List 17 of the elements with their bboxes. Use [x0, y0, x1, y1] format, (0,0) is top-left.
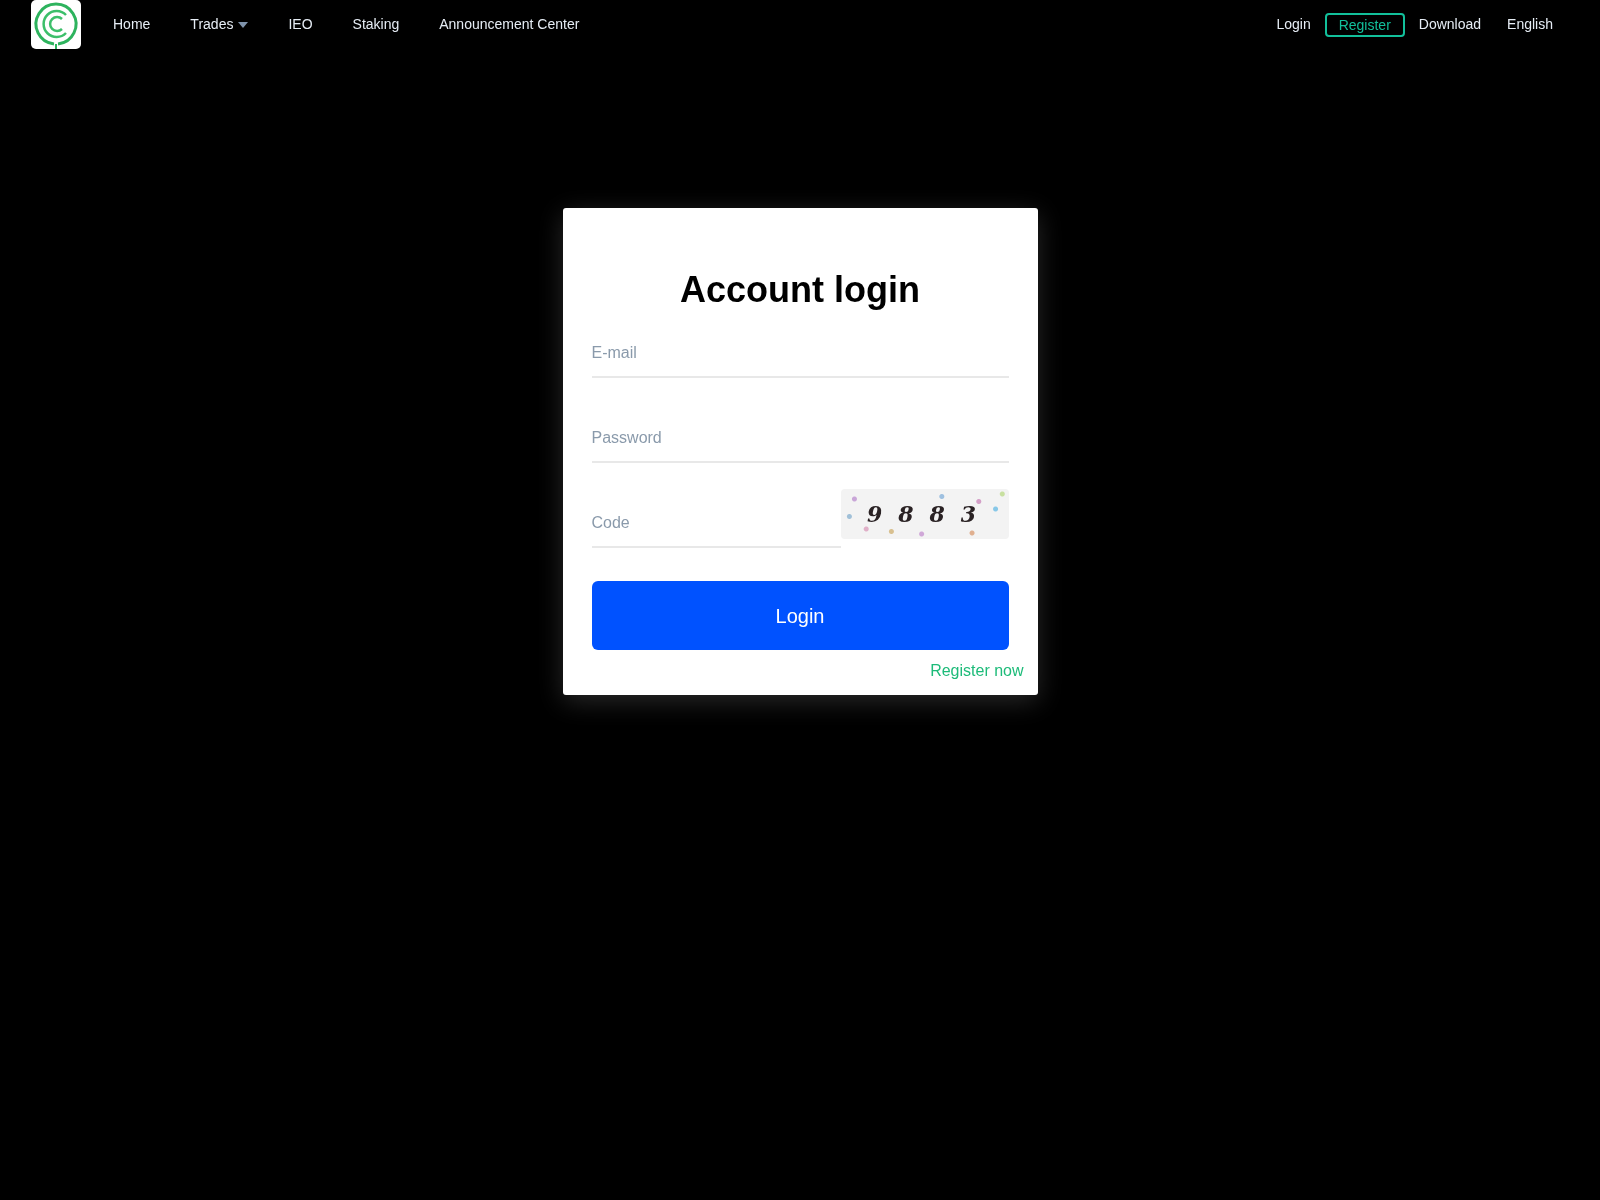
login-button[interactable]: Login [591, 581, 1009, 650]
register-button[interactable]: Register [1324, 12, 1405, 37]
nav-link[interactable]: IEO [268, 14, 333, 35]
language-link[interactable]: English [1507, 14, 1553, 35]
nav-link[interactable]: Login [1276, 14, 1311, 35]
login-title: Account login [679, 268, 921, 311]
email-field[interactable]: E-mail [591, 330, 1009, 378]
logo-icon[interactable] [31, 0, 81, 49]
nav-link[interactable]: Download [1418, 14, 1482, 35]
code-field[interactable]: Code [591, 500, 841, 548]
nav-dropdown[interactable]: Trades [170, 14, 269, 35]
nav-link[interactable]: Home [93, 14, 171, 35]
caret-icon [238, 21, 249, 28]
captcha-image[interactable]: 9883 [840, 489, 1009, 539]
nav-link[interactable]: Announcement Center [419, 14, 600, 35]
password-field[interactable]: Password [591, 415, 1009, 463]
nav-link[interactable]: Staking [332, 14, 420, 35]
